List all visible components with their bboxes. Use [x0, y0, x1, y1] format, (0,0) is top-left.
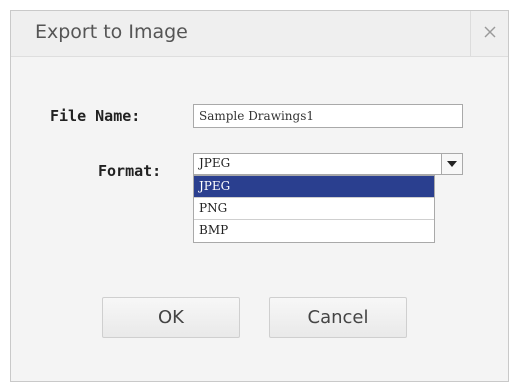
- file-name-label: File Name:: [50, 107, 141, 125]
- dialog-titlebar: Export to Image: [11, 11, 508, 57]
- format-select[interactable]: JPEG: [193, 153, 463, 175]
- dialog-title: Export to Image: [35, 21, 188, 43]
- file-name-input[interactable]: Sample Drawings1: [193, 104, 463, 128]
- format-option-jpeg[interactable]: JPEG: [194, 176, 434, 198]
- dropdown-arrow-icon[interactable]: [441, 154, 462, 174]
- format-dropdown-list: JPEG PNG BMP: [193, 175, 435, 243]
- cancel-button[interactable]: Cancel: [269, 297, 407, 338]
- ok-button[interactable]: OK: [102, 297, 240, 338]
- close-button[interactable]: [470, 11, 508, 56]
- format-label: Format:: [98, 162, 162, 180]
- format-option-png[interactable]: PNG: [194, 198, 434, 220]
- format-select-value: JPEG: [199, 156, 231, 170]
- close-icon: [484, 25, 496, 43]
- format-option-bmp[interactable]: BMP: [194, 220, 434, 242]
